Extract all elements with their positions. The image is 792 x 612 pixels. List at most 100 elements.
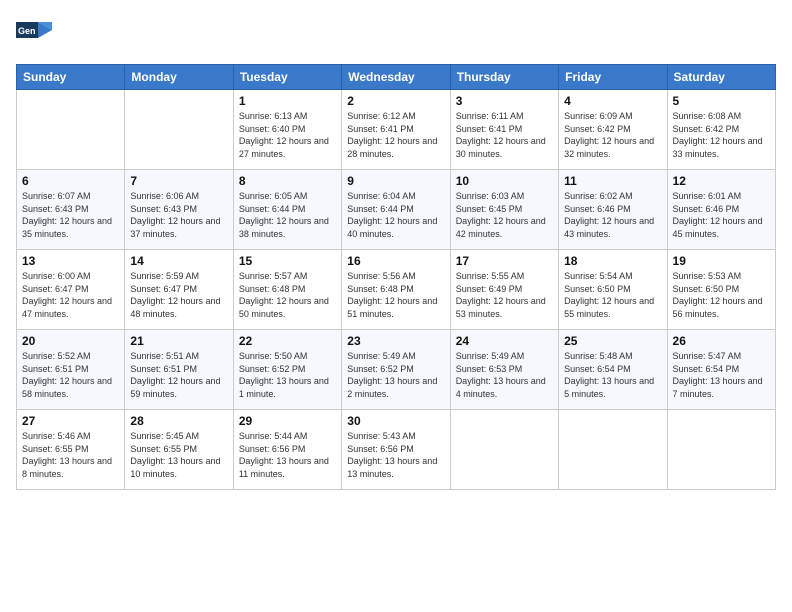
- calendar-cell: 16 Sunrise: 5:56 AMSunset: 6:48 PMDayligh…: [342, 250, 450, 330]
- calendar-cell: [559, 410, 667, 490]
- svg-text:Gen: Gen: [18, 26, 36, 36]
- calendar-cell: 25 Sunrise: 5:48 AMSunset: 6:54 PMDayligh…: [559, 330, 667, 410]
- day-info: Sunrise: 6:00 AMSunset: 6:47 PMDaylight:…: [22, 270, 119, 320]
- calendar-cell: 28Sunrise: 5:45 AMSunset: 6:55 PMDayligh…: [125, 410, 233, 490]
- calendar-cell: 14 Sunrise: 5:59 AMSunset: 6:47 PMDayligh…: [125, 250, 233, 330]
- calendar-cell: [667, 410, 775, 490]
- day-info: Sunrise: 6:08 AMSunset: 6:42 PMDaylight:…: [673, 110, 770, 160]
- calendar-cell: 22 Sunrise: 5:50 AMSunset: 6:52 PMDayligh…: [233, 330, 341, 410]
- calendar-cell: 12 Sunrise: 6:01 AMSunset: 6:46 PMDayligh…: [667, 170, 775, 250]
- logo-icon: Gen: [16, 16, 52, 52]
- day-info: Sunrise: 5:56 AMSunset: 6:48 PMDaylight:…: [347, 270, 444, 320]
- day-number: 17: [456, 254, 553, 268]
- day-info: Sunrise: 6:13 AMSunset: 6:40 PMDaylight:…: [239, 110, 336, 160]
- calendar-cell: 10Sunrise: 6:03 AMSunset: 6:45 PMDayligh…: [450, 170, 558, 250]
- calendar-cell: 29 Sunrise: 5:44 AMSunset: 6:56 PMDayligh…: [233, 410, 341, 490]
- weekday-header-saturday: Saturday: [667, 65, 775, 90]
- calendar-week-row: 1 Sunrise: 6:13 AMSunset: 6:40 PMDaylight…: [17, 90, 776, 170]
- calendar-cell: 15Sunrise: 5:57 AMSunset: 6:48 PMDayligh…: [233, 250, 341, 330]
- day-number: 3: [456, 94, 553, 108]
- calendar-cell: [125, 90, 233, 170]
- calendar-cell: 8Sunrise: 6:05 AMSunset: 6:44 PMDaylight…: [233, 170, 341, 250]
- day-number: 5: [673, 94, 770, 108]
- calendar-table: SundayMondayTuesdayWednesdayThursdayFrid…: [16, 64, 776, 490]
- day-number: 8: [239, 174, 336, 188]
- day-info: Sunrise: 6:02 AMSunset: 6:46 PMDaylight:…: [564, 190, 661, 240]
- day-info: Sunrise: 5:49 AMSunset: 6:53 PMDaylight:…: [456, 350, 553, 400]
- day-number: 10: [456, 174, 553, 188]
- calendar-cell: [450, 410, 558, 490]
- calendar-cell: 26Sunrise: 5:47 AMSunset: 6:54 PMDayligh…: [667, 330, 775, 410]
- day-number: 22: [239, 334, 336, 348]
- calendar-cell: 4 Sunrise: 6:09 AMSunset: 6:42 PMDaylight…: [559, 90, 667, 170]
- calendar-cell: 2 Sunrise: 6:12 AMSunset: 6:41 PMDaylight…: [342, 90, 450, 170]
- day-info: Sunrise: 5:49 AMSunset: 6:52 PMDaylight:…: [347, 350, 444, 400]
- day-info: Sunrise: 5:59 AMSunset: 6:47 PMDaylight:…: [130, 270, 227, 320]
- day-info: Sunrise: 6:11 AMSunset: 6:41 PMDaylight:…: [456, 110, 553, 160]
- day-info: Sunrise: 5:48 AMSunset: 6:54 PMDaylight:…: [564, 350, 661, 400]
- day-number: 25: [564, 334, 661, 348]
- calendar-cell: 3 Sunrise: 6:11 AMSunset: 6:41 PMDaylight…: [450, 90, 558, 170]
- weekday-header-sunday: Sunday: [17, 65, 125, 90]
- calendar-cell: 20Sunrise: 5:52 AMSunset: 6:51 PMDayligh…: [17, 330, 125, 410]
- weekday-header-friday: Friday: [559, 65, 667, 90]
- day-number: 6: [22, 174, 119, 188]
- day-number: 19: [673, 254, 770, 268]
- weekday-header-tuesday: Tuesday: [233, 65, 341, 90]
- weekday-header-thursday: Thursday: [450, 65, 558, 90]
- day-number: 13: [22, 254, 119, 268]
- weekday-header-monday: Monday: [125, 65, 233, 90]
- day-info: Sunrise: 6:01 AMSunset: 6:46 PMDaylight:…: [673, 190, 770, 240]
- day-info: Sunrise: 6:04 AMSunset: 6:44 PMDaylight:…: [347, 190, 444, 240]
- day-number: 4: [564, 94, 661, 108]
- calendar-cell: 23 Sunrise: 5:49 AMSunset: 6:52 PMDayligh…: [342, 330, 450, 410]
- calendar-cell: 19Sunrise: 5:53 AMSunset: 6:50 PMDayligh…: [667, 250, 775, 330]
- calendar-cell: 24 Sunrise: 5:49 AMSunset: 6:53 PMDayligh…: [450, 330, 558, 410]
- day-number: 15: [239, 254, 336, 268]
- day-info: Sunrise: 5:54 AMSunset: 6:50 PMDaylight:…: [564, 270, 661, 320]
- logo: Gen: [16, 16, 56, 52]
- calendar-week-row: 27 Sunrise: 5:46 AMSunset: 6:55 PMDayligh…: [17, 410, 776, 490]
- weekday-header-wednesday: Wednesday: [342, 65, 450, 90]
- day-number: 29: [239, 414, 336, 428]
- day-number: 7: [130, 174, 227, 188]
- calendar-week-row: 20Sunrise: 5:52 AMSunset: 6:51 PMDayligh…: [17, 330, 776, 410]
- calendar-cell: 11 Sunrise: 6:02 AMSunset: 6:46 PMDayligh…: [559, 170, 667, 250]
- day-info: Sunrise: 6:09 AMSunset: 6:42 PMDaylight:…: [564, 110, 661, 160]
- day-info: Sunrise: 6:12 AMSunset: 6:41 PMDaylight:…: [347, 110, 444, 160]
- day-number: 2: [347, 94, 444, 108]
- calendar-week-row: 6Sunrise: 6:07 AMSunset: 6:43 PMDaylight…: [17, 170, 776, 250]
- calendar-cell: 6Sunrise: 6:07 AMSunset: 6:43 PMDaylight…: [17, 170, 125, 250]
- day-number: 12: [673, 174, 770, 188]
- calendar-cell: 1 Sunrise: 6:13 AMSunset: 6:40 PMDaylight…: [233, 90, 341, 170]
- day-info: Sunrise: 5:51 AMSunset: 6:51 PMDaylight:…: [130, 350, 227, 400]
- calendar-header-row: SundayMondayTuesdayWednesdayThursdayFrid…: [17, 65, 776, 90]
- day-info: Sunrise: 5:47 AMSunset: 6:54 PMDaylight:…: [673, 350, 770, 400]
- calendar-cell: 18 Sunrise: 5:54 AMSunset: 6:50 PMDayligh…: [559, 250, 667, 330]
- calendar-cell: 30 Sunrise: 5:43 AMSunset: 6:56 PMDayligh…: [342, 410, 450, 490]
- day-number: 27: [22, 414, 119, 428]
- day-info: Sunrise: 5:55 AMSunset: 6:49 PMDaylight:…: [456, 270, 553, 320]
- calendar-cell: 17 Sunrise: 5:55 AMSunset: 6:49 PMDayligh…: [450, 250, 558, 330]
- day-info: Sunrise: 5:52 AMSunset: 6:51 PMDaylight:…: [22, 350, 119, 400]
- day-number: 30: [347, 414, 444, 428]
- calendar-cell: 21 Sunrise: 5:51 AMSunset: 6:51 PMDayligh…: [125, 330, 233, 410]
- day-number: 1: [239, 94, 336, 108]
- day-info: Sunrise: 5:46 AMSunset: 6:55 PMDaylight:…: [22, 430, 119, 480]
- calendar-cell: 9 Sunrise: 6:04 AMSunset: 6:44 PMDaylight…: [342, 170, 450, 250]
- day-number: 14: [130, 254, 227, 268]
- calendar-week-row: 13 Sunrise: 6:00 AMSunset: 6:47 PMDayligh…: [17, 250, 776, 330]
- calendar-cell: 13 Sunrise: 6:00 AMSunset: 6:47 PMDayligh…: [17, 250, 125, 330]
- calendar-cell: 5 Sunrise: 6:08 AMSunset: 6:42 PMDaylight…: [667, 90, 775, 170]
- day-number: 16: [347, 254, 444, 268]
- day-number: 9: [347, 174, 444, 188]
- day-info: Sunrise: 5:43 AMSunset: 6:56 PMDaylight:…: [347, 430, 444, 480]
- day-number: 18: [564, 254, 661, 268]
- day-info: Sunrise: 5:50 AMSunset: 6:52 PMDaylight:…: [239, 350, 336, 400]
- calendar-cell: 27 Sunrise: 5:46 AMSunset: 6:55 PMDayligh…: [17, 410, 125, 490]
- day-number: 21: [130, 334, 227, 348]
- day-number: 11: [564, 174, 661, 188]
- day-number: 23: [347, 334, 444, 348]
- day-number: 24: [456, 334, 553, 348]
- day-info: Sunrise: 5:44 AMSunset: 6:56 PMDaylight:…: [239, 430, 336, 480]
